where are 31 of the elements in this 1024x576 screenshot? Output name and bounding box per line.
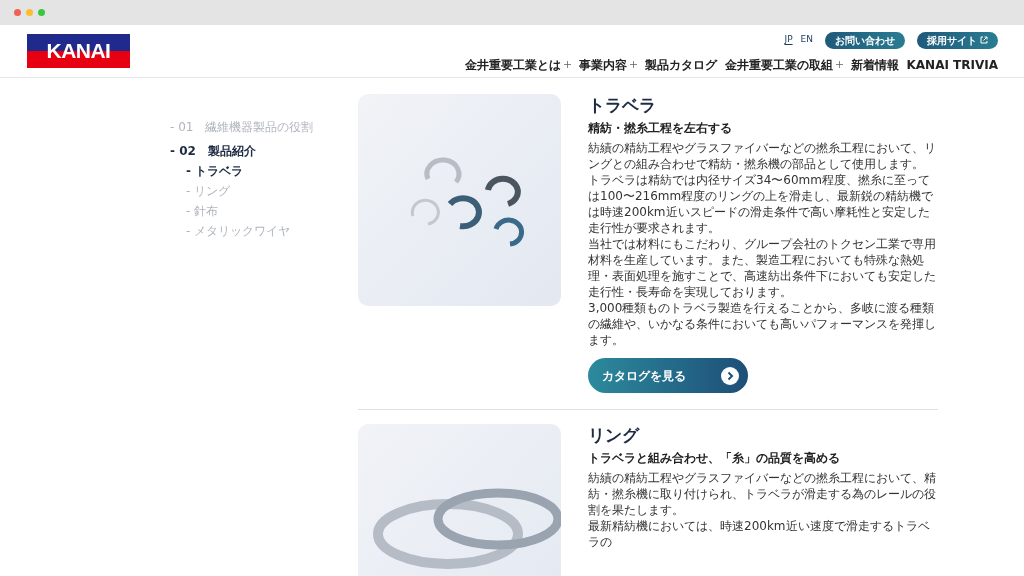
nav-link[interactable]: 金井重要工業とは: [464, 55, 571, 74]
nav-link[interactable]: 製品カタログ: [644, 55, 717, 74]
language-link[interactable]: EN: [800, 33, 813, 47]
nav-link[interactable]: 新着情報: [850, 55, 899, 74]
product-description: 紡績の精紡工程やグラスファイバーなどの撚糸工程において、リングとの組み合わせで精紡・撚糸機の部品として使用します。: [588, 140, 937, 172]
external-link-icon: [980, 36, 988, 44]
nav-link[interactable]: KANAI TRIVIA: [906, 55, 998, 74]
product-description: 当社では材料にもこだわり、グループ会社のトクセン工業で専用材料を生産しています。また、製造工程においても特殊な熱処理・表面処理を施すことで、高速紡出条件下においても安定した走行性・長寿命を実現しております。: [588, 236, 937, 300]
close-window-icon[interactable]: [14, 9, 21, 16]
maximize-window-icon[interactable]: [38, 9, 45, 16]
plus-icon: [629, 61, 637, 68]
minimize-window-icon[interactable]: [26, 9, 33, 16]
header-button[interactable]: 採用サイト: [917, 31, 998, 49]
product-description: 紡績の精紡工程やグラスファイバーなどの撚糸工程において、精紡・撚糸機に取り付けられ、トラベラが滑走する為のレールの役割を果たします。: [588, 470, 937, 518]
nav-link[interactable]: 事業内容: [578, 55, 637, 74]
plus-icon: [563, 61, 571, 68]
chevron-right-icon: [721, 366, 739, 385]
toc-link[interactable]: - 02 製品紹介: [170, 142, 358, 160]
header-button[interactable]: お問い合わせ: [825, 31, 905, 49]
plus-icon: [835, 61, 843, 68]
catalog-button[interactable]: カタログを見る: [588, 358, 748, 393]
product-description: トラベラは精紡では内径サイズ34〜60mm程度、撚糸に至っては100〜216mm程度のリングの上を滑走し、最新鋭の精紡機では時速200km近いスピードの滑走条件で高い摩耗性と安定した走行性が要求されます。: [588, 172, 935, 236]
product-title: トラベラ: [588, 94, 657, 116]
product-subtitle: 精紡・撚糸工程を左右する: [588, 120, 733, 136]
toc-sublink[interactable]: - トラベラ: [170, 162, 358, 180]
product-title: リング: [588, 424, 641, 446]
product-description: 3,000種類ものトラベラ製造を行えることから、多岐に渡る種類の繊維や、いかなる条件においても高いパフォーマンスを発揮します。: [588, 300, 937, 348]
product-description: 最新精紡機においては、時速200km近い速度で滑走するトラベラの: [588, 518, 931, 550]
product-subtitle: トラベラと組み合わせ、「糸」の品質を高める: [588, 450, 841, 466]
nav-link[interactable]: 金井重要工業の取組: [724, 55, 843, 74]
language-link[interactable]: JP: [784, 33, 793, 47]
